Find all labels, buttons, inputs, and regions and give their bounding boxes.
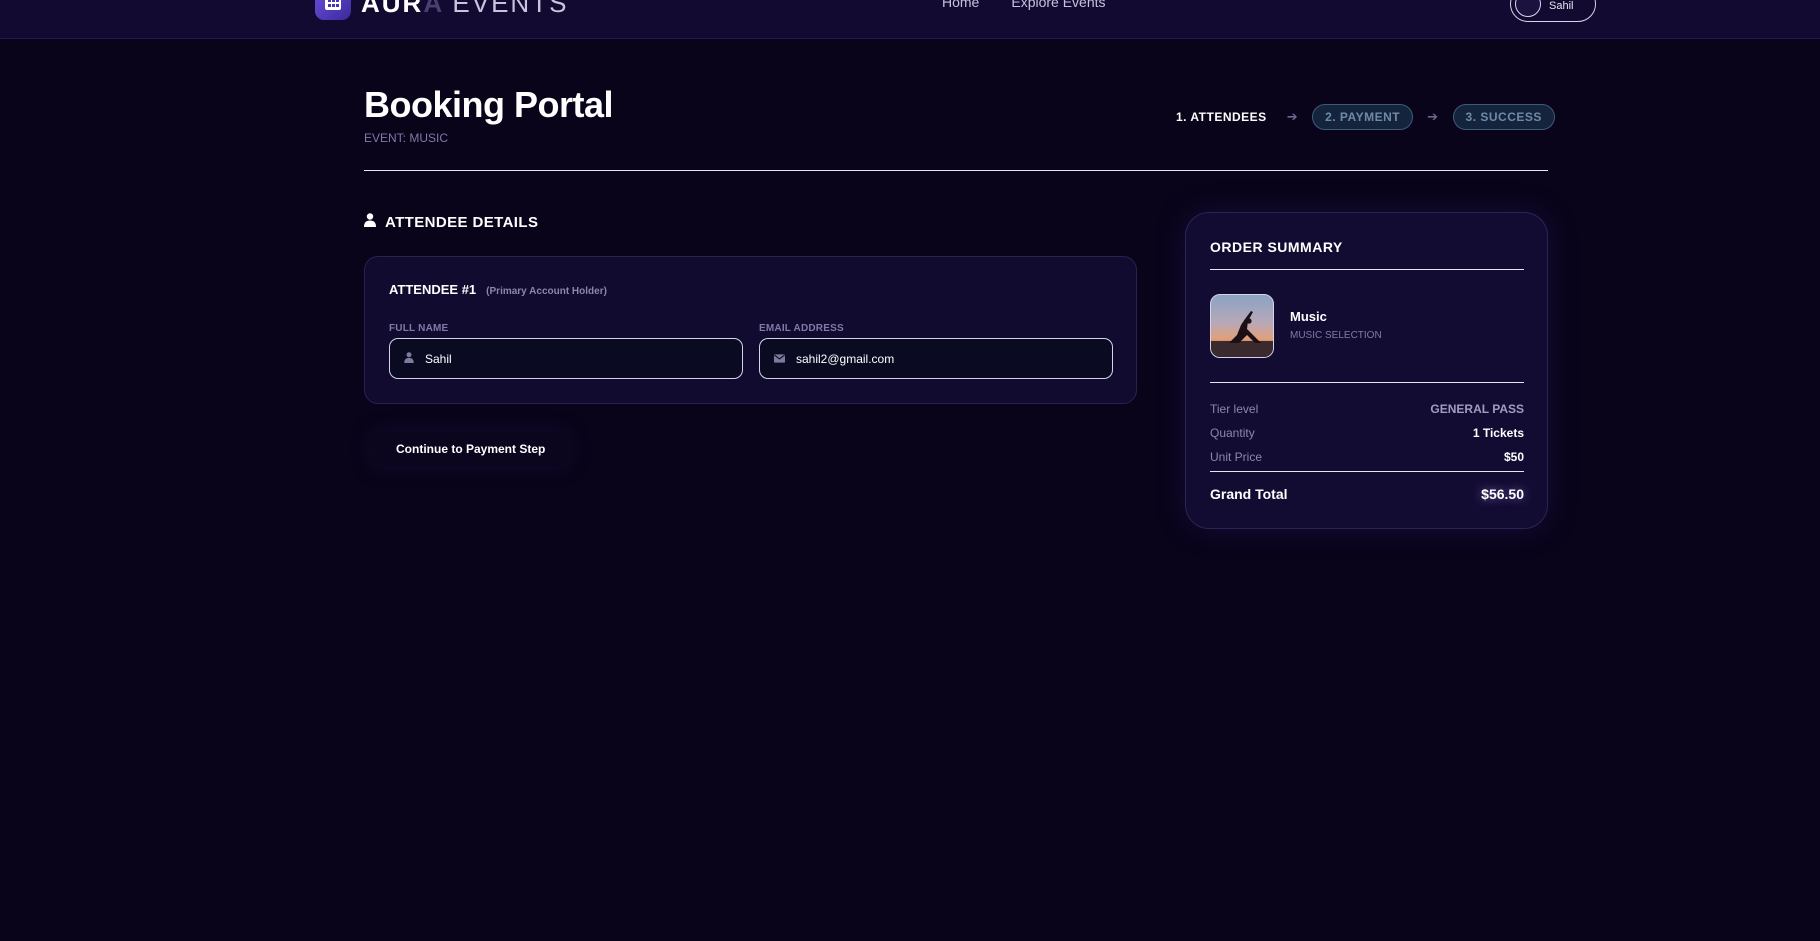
brand-logo[interactable]: AURA EVENTS xyxy=(315,0,568,20)
attendee-section-heading: ATTENDEE DETAILS xyxy=(364,213,538,231)
row-value: $50 xyxy=(1503,450,1524,464)
user-icon xyxy=(404,350,414,368)
row-label: Quantity xyxy=(1210,426,1255,440)
grand-total-value: $56.50 xyxy=(1481,486,1524,502)
arrow-right-icon: ➔ xyxy=(1427,109,1439,124)
step-attendees[interactable]: 1. ATTENDEES xyxy=(1170,110,1273,124)
row-value: GENERAL PASS xyxy=(1430,402,1524,416)
continue-to-payment-button[interactable]: Continue to Payment Step xyxy=(372,432,570,466)
email-label: EMAIL ADDRESS xyxy=(759,323,844,334)
page-title: Booking Portal xyxy=(364,84,614,125)
step-success[interactable]: 3. SUCCESS xyxy=(1452,104,1555,130)
grand-total-row: Grand Total $56.50 xyxy=(1210,486,1524,502)
step-payment[interactable]: 2. PAYMENT xyxy=(1312,104,1414,130)
header-divider xyxy=(364,170,1548,171)
silhouette-image xyxy=(1211,311,1273,357)
email-field[interactable] xyxy=(759,338,1113,379)
brand-aura-fade: A xyxy=(423,0,444,18)
full-name-input[interactable] xyxy=(423,350,723,367)
summary-divider xyxy=(1210,269,1524,270)
brand-aura-main: AUR xyxy=(361,0,424,18)
summary-divider xyxy=(1210,382,1524,383)
brand-name: AURA EVENTS xyxy=(361,0,568,19)
row-value: 1 Tickets xyxy=(1472,426,1524,440)
nav-link-home[interactable]: Home xyxy=(942,0,979,10)
user-name: Sahil xyxy=(1549,0,1574,12)
attendee-number: ATTENDEE #1 xyxy=(389,282,477,297)
summary-divider xyxy=(1210,471,1524,472)
nav-links: Home Explore Events xyxy=(942,0,1106,10)
summary-row-tier: Tier level GENERAL PASS xyxy=(1210,402,1524,416)
attendee-card-title: ATTENDEE #1 (Primary Account Holder) xyxy=(389,282,607,297)
calendar-icon xyxy=(315,0,351,20)
brand-events: EVENTS xyxy=(452,0,569,18)
user-menu-button[interactable]: Sahil xyxy=(1510,0,1596,22)
summary-row-unit-price: Unit Price $50 xyxy=(1210,450,1524,464)
attendee-section-title: ATTENDEE DETAILS xyxy=(385,213,539,231)
top-navbar: AURA EVENTS Home Explore Events Sahil xyxy=(0,0,1820,39)
summary-event-name: Music xyxy=(1290,309,1327,324)
order-summary-card: ORDER SUMMARY Music MUSIC SELECTION Tier… xyxy=(1185,212,1548,529)
event-label: EVENT: MUSIC xyxy=(364,131,449,145)
full-name-label: FULL NAME xyxy=(389,323,449,334)
full-name-field[interactable] xyxy=(389,338,743,379)
event-thumbnail xyxy=(1210,294,1274,358)
email-input[interactable] xyxy=(794,350,1094,367)
booking-stepper: 1. ATTENDEES ➔ 2. PAYMENT ➔ 3. SUCCESS xyxy=(1170,104,1555,130)
summary-event-category: MUSIC SELECTION xyxy=(1290,330,1382,341)
avatar xyxy=(1515,0,1541,17)
attendee-role: (Primary Account Holder) xyxy=(486,286,607,297)
arrow-right-icon: ➔ xyxy=(1286,109,1299,124)
nav-link-explore-events[interactable]: Explore Events xyxy=(1011,0,1105,10)
row-label: Tier level xyxy=(1210,402,1259,416)
row-label: Unit Price xyxy=(1210,450,1263,464)
attendee-card: ATTENDEE #1 (Primary Account Holder) FUL… xyxy=(364,256,1137,404)
summary-row-quantity: Quantity 1 Tickets xyxy=(1210,426,1524,440)
envelope-icon xyxy=(774,350,785,368)
grand-total-label: Grand Total xyxy=(1210,486,1288,502)
user-icon xyxy=(364,213,376,231)
order-summary-title: ORDER SUMMARY xyxy=(1210,239,1343,255)
